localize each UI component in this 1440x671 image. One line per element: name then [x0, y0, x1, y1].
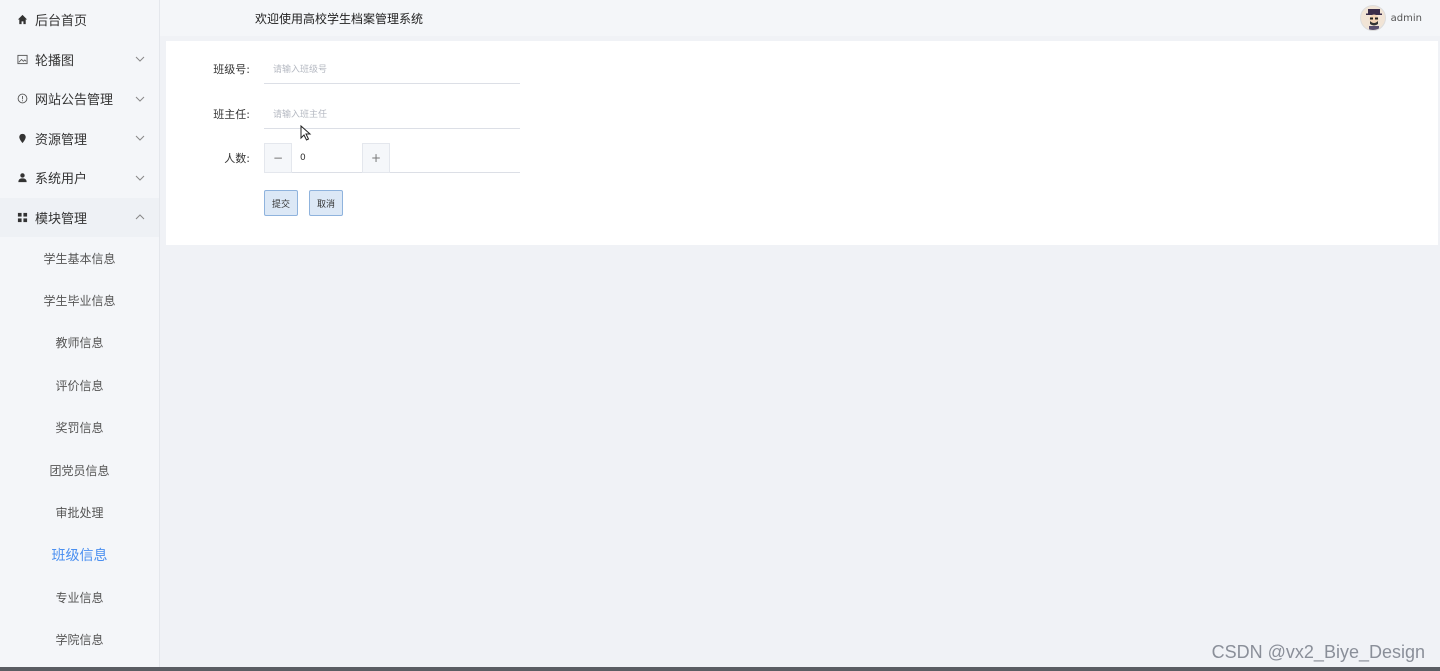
form-row-count: 人数: — [166, 143, 250, 173]
sidebar-item-carousel[interactable]: 轮播图 — [0, 40, 159, 80]
sidebar-item-label: 模块管理 — [35, 211, 88, 227]
class-no-input[interactable]: 请输入班级号 — [264, 54, 520, 84]
bottom-bar — [0, 667, 1440, 671]
avatar[interactable] — [1359, 5, 1386, 31]
submenu-item-teacher[interactable]: 教师信息 — [0, 322, 159, 364]
sidebar-item-home[interactable]: 后台首页 — [0, 0, 159, 40]
submenu-item-class[interactable]: 班级信息 — [0, 534, 159, 576]
grid-icon — [16, 211, 29, 224]
sidebar-item-announcements[interactable]: 网站公告管理 — [0, 79, 159, 119]
sidebar-item-label: 后台首页 — [35, 14, 88, 30]
sidebar-item-label: 轮播图 — [35, 53, 75, 69]
page-title: 欢迎使用高校学生档案管理系统 — [255, 11, 424, 26]
sidebar-item-label: 资源管理 — [35, 132, 88, 148]
form-row-head-teacher: 班主任: — [166, 99, 250, 129]
chevron-down-icon — [135, 135, 145, 141]
info-icon — [16, 92, 29, 105]
sidebar: 后台首页 轮播图 网站公告管理 资源管理 系统用户 模块管理 学生基本信息 学生… — [0, 0, 160, 667]
head-teacher-placeholder: 请输入班主任 — [273, 110, 328, 120]
count-stepper[interactable]: − 0 + — [264, 143, 520, 173]
sidebar-item-label: 网站公告管理 — [35, 93, 114, 109]
head-teacher-label: 班主任: — [213, 108, 250, 121]
sidebar-item-resources[interactable]: 资源管理 — [0, 119, 159, 159]
image-icon — [16, 53, 29, 66]
increment-button[interactable]: + — [362, 143, 390, 173]
chevron-down-icon — [135, 56, 145, 62]
submenu-item-student-graduation[interactable]: 学生毕业信息 — [0, 279, 159, 321]
watermark: CSDN @vx2_Biye_Design — [1211, 642, 1425, 662]
cancel-button[interactable]: 取消 — [309, 190, 343, 216]
chevron-down-icon — [135, 175, 145, 181]
user-icon — [16, 171, 29, 184]
submenu-modules: 学生基本信息 学生毕业信息 教师信息 评价信息 奖罚信息 团党员信息 审批处理 … — [0, 237, 159, 661]
submenu-item-approval[interactable]: 审批处理 — [0, 491, 159, 533]
count-label: 人数: — [224, 152, 250, 165]
mouse-cursor-icon — [300, 125, 312, 141]
chevron-up-icon — [135, 214, 145, 220]
submenu-item-evaluation[interactable]: 评价信息 — [0, 364, 159, 406]
chevron-down-icon — [135, 96, 145, 102]
form-row-class-no: 班级号: — [166, 54, 250, 84]
form-card: 班级号: 请输入班级号 班主任: 请输入班主任 人数: − 0 + 提交 取消 — [166, 41, 1438, 245]
location-icon — [16, 132, 29, 145]
sidebar-item-modules[interactable]: 模块管理 — [0, 197, 159, 237]
username[interactable]: admin — [1391, 13, 1422, 24]
submenu-item-student-basic[interactable]: 学生基本信息 — [0, 237, 159, 279]
decrement-button[interactable]: − — [264, 143, 292, 173]
class-no-label: 班级号: — [213, 63, 250, 76]
submit-button[interactable]: 提交 — [264, 190, 298, 216]
user-menu[interactable]: admin — [1359, 5, 1422, 31]
submenu-item-college[interactable]: 学院信息 — [0, 619, 159, 661]
sidebar-item-label: 系统用户 — [35, 172, 88, 188]
submenu-item-major[interactable]: 专业信息 — [0, 576, 159, 618]
submenu-item-party-members[interactable]: 团党员信息 — [0, 449, 159, 491]
home-icon — [16, 13, 29, 26]
sidebar-item-system-users[interactable]: 系统用户 — [0, 158, 159, 198]
submenu-item-rewards[interactable]: 奖罚信息 — [0, 407, 159, 449]
count-value[interactable]: 0 — [300, 143, 306, 173]
top-header: 欢迎使用高校学生档案管理系统 admin — [160, 0, 1440, 36]
class-no-placeholder: 请输入班级号 — [273, 65, 328, 75]
